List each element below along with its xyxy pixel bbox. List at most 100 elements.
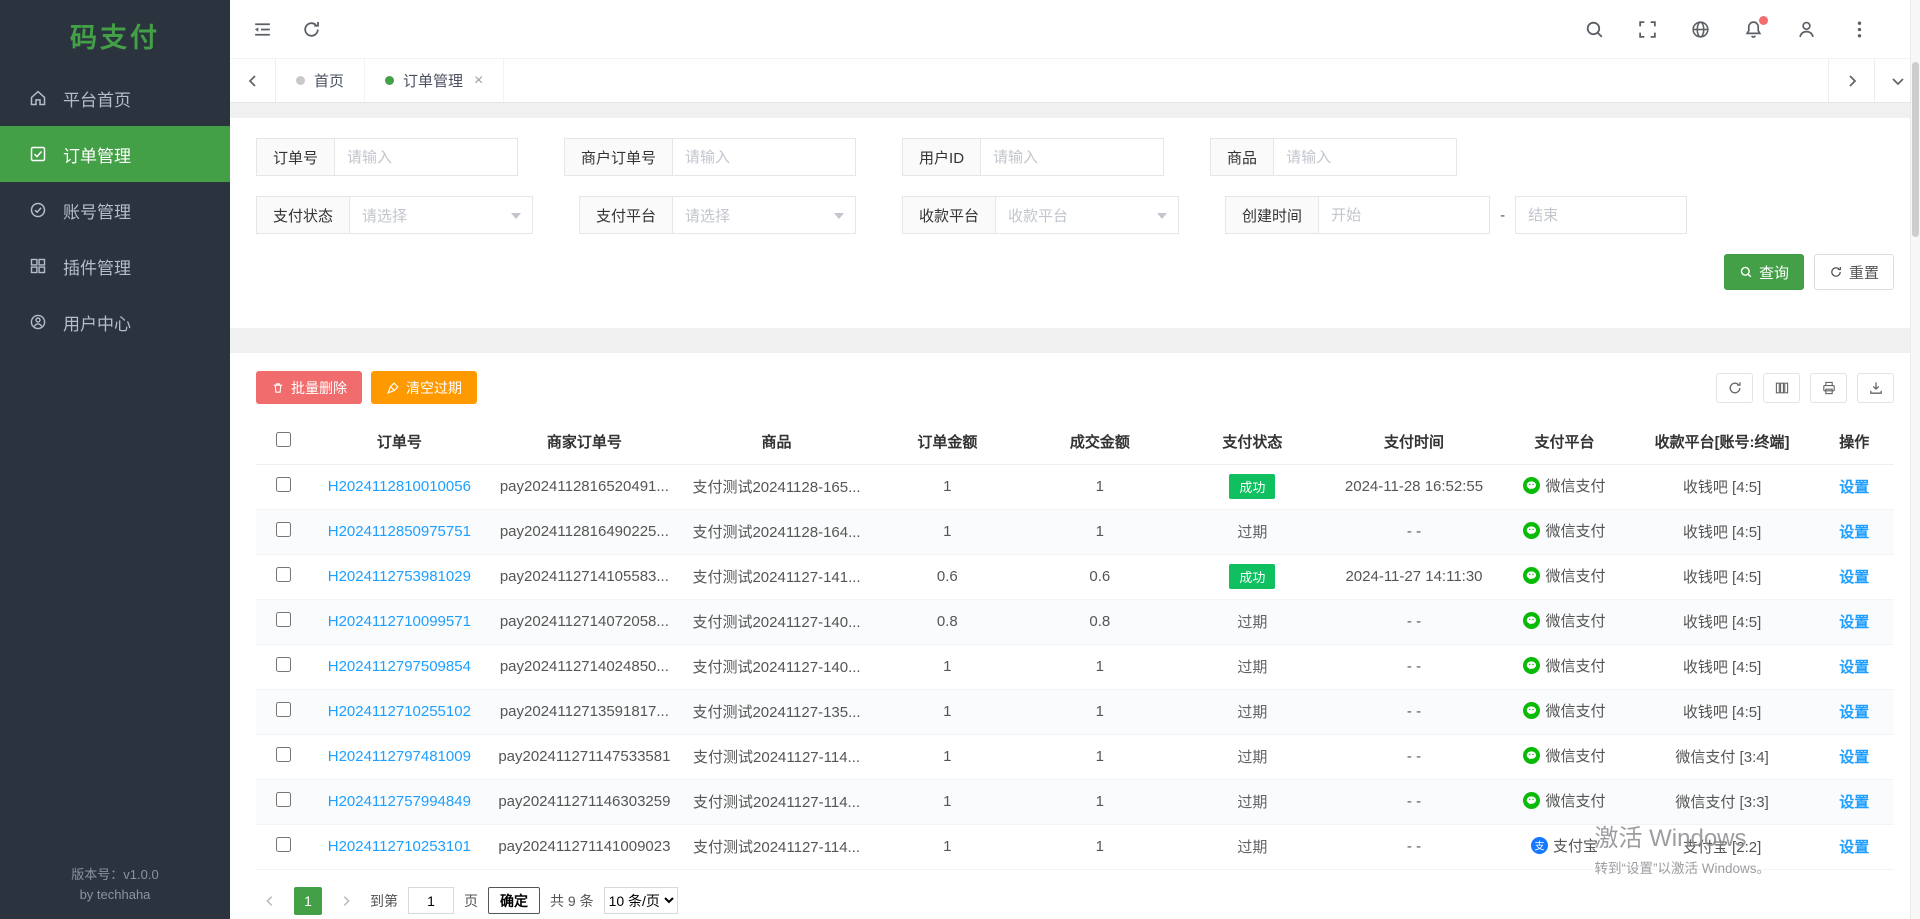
order-no-link[interactable]: H2024112710253101 <box>328 838 471 855</box>
page-next-icon[interactable] <box>332 887 360 915</box>
sidebar-item-2[interactable]: 账号管理 <box>0 182 230 238</box>
sidebar-footer: 版本号：v1.0.0 by techhaha <box>0 865 230 905</box>
filter-input[interactable] <box>1273 138 1457 176</box>
select-all-checkbox[interactable] <box>276 432 291 447</box>
scrollbar-thumb[interactable] <box>1912 62 1919 237</box>
order-amount-cell: 1 <box>871 644 1024 689</box>
settings-link[interactable]: 设置 <box>1839 659 1869 676</box>
row-checkbox[interactable] <box>276 792 291 807</box>
date-end-input[interactable] <box>1515 196 1687 234</box>
order-no-link[interactable]: H2024112757994849 <box>328 793 471 810</box>
print-icon[interactable] <box>1810 373 1847 403</box>
alipay-pay-icon: 支 <box>1531 837 1548 854</box>
notification-bell-icon[interactable] <box>1743 19 1764 40</box>
merchant-no-cell: pay2024112714105583... <box>487 554 682 599</box>
broom-icon <box>386 381 400 395</box>
status-success-badge: 成功 <box>1229 564 1275 589</box>
tabs-scroll-right-icon[interactable] <box>1828 59 1874 102</box>
table-header-row: 订单号商家订单号商品订单金额成交金额支付状态支付时间支付平台收款平台[账号:终端… <box>256 420 1894 464</box>
row-checkbox[interactable] <box>276 477 291 492</box>
tab-close-icon[interactable]: × <box>474 73 483 89</box>
receiver-cell: 支付宝 [2:2] <box>1630 824 1815 869</box>
language-globe-icon[interactable] <box>1690 19 1711 40</box>
table-row: H2024112850975751pay2024112816490225...支… <box>256 509 1894 554</box>
sidebar-item-3[interactable]: 插件管理 <box>0 238 230 294</box>
goto-page-input[interactable] <box>408 887 454 914</box>
tabs-scroll-left-icon[interactable] <box>230 59 276 102</box>
order-no-link[interactable]: H2024112710099571 <box>328 613 471 630</box>
tab-1[interactable]: 订单管理× <box>365 59 504 102</box>
settings-link[interactable]: 设置 <box>1839 524 1869 541</box>
filter-input[interactable] <box>672 138 856 176</box>
page-prev-icon[interactable] <box>256 887 284 915</box>
menu-collapse-icon[interactable] <box>252 19 273 40</box>
order-amount-cell: 1 <box>871 824 1024 869</box>
pay-status-cell: 过期 <box>1176 824 1329 869</box>
per-page-select[interactable]: 10 条/页 <box>604 887 678 914</box>
product-cell: 支付测试20241127-141... <box>682 554 871 599</box>
filter-input[interactable] <box>980 138 1164 176</box>
order-no-link[interactable]: H2024112710255102 <box>328 703 471 720</box>
row-checkbox-cell <box>256 554 312 599</box>
user-avatar-icon[interactable] <box>1796 19 1817 40</box>
fullscreen-icon[interactable] <box>1637 19 1658 40</box>
settings-link[interactable]: 设置 <box>1839 569 1869 586</box>
filter-select[interactable]: 收款平台 <box>995 196 1179 234</box>
row-checkbox[interactable] <box>276 522 291 537</box>
order-no-link[interactable]: H2024112797481009 <box>328 748 471 765</box>
paid-amount-cell: 1 <box>1024 734 1177 779</box>
row-checkbox[interactable] <box>276 702 291 717</box>
row-checkbox[interactable] <box>276 612 291 627</box>
row-checkbox[interactable] <box>276 567 291 582</box>
row-checkbox[interactable] <box>276 747 291 762</box>
order-no-link[interactable]: H2024112810010056 <box>328 478 471 495</box>
platform: 微信支付 <box>1523 610 1605 631</box>
page-scrollbar[interactable] <box>1910 0 1920 919</box>
settings-link[interactable]: 设置 <box>1839 479 1869 496</box>
page-number-button[interactable]: 1 <box>294 887 322 915</box>
more-options-icon[interactable] <box>1849 19 1870 40</box>
order-no-link[interactable]: H2024112850975751 <box>328 523 471 540</box>
filter-select[interactable]: 请选择 <box>349 196 533 234</box>
row-checkbox[interactable] <box>276 837 291 852</box>
table-row: H2024112710255102pay2024112713591817...支… <box>256 689 1894 734</box>
table-refresh-icon[interactable] <box>1716 373 1753 403</box>
search-icon[interactable] <box>1584 19 1605 40</box>
tab-0[interactable]: 首页 <box>276 59 365 102</box>
settings-link[interactable]: 设置 <box>1839 704 1869 721</box>
settings-link[interactable]: 设置 <box>1839 749 1869 766</box>
goto-confirm-button[interactable]: 确定 <box>488 887 540 914</box>
order-no-link[interactable]: H2024112753981029 <box>328 568 471 585</box>
sidebar-item-0[interactable]: 平台首页 <box>0 70 230 126</box>
platform-cell: 微信支付 <box>1499 464 1629 509</box>
query-button[interactable]: 查询 <box>1724 254 1804 290</box>
batch-delete-button[interactable]: 批量删除 <box>256 371 362 404</box>
filter-input[interactable] <box>334 138 518 176</box>
order-amount-cell: 0.8 <box>871 599 1024 644</box>
settings-link[interactable]: 设置 <box>1839 614 1869 631</box>
date-start-input[interactable] <box>1318 196 1490 234</box>
refresh-icon[interactable] <box>301 19 322 40</box>
row-checkbox[interactable] <box>276 657 291 672</box>
reset-refresh-icon <box>1829 265 1843 279</box>
row-checkbox-cell <box>256 599 312 644</box>
reset-button[interactable]: 重置 <box>1814 254 1894 290</box>
status-success-badge: 成功 <box>1229 474 1275 499</box>
filter-select[interactable]: 请选择 <box>672 196 856 234</box>
sidebar-item-4[interactable]: 用户中心 <box>0 294 230 350</box>
receiver-cell: 微信支付 [3:3] <box>1630 779 1815 824</box>
settings-link[interactable]: 设置 <box>1839 794 1869 811</box>
merchant-no-cell: pay2024112713591817... <box>487 689 682 734</box>
column-header-9: 操作 <box>1815 420 1894 464</box>
settings-link[interactable]: 设置 <box>1839 839 1869 856</box>
table-row: H2024112757994849pay202411271146303259支付… <box>256 779 1894 824</box>
export-download-icon[interactable] <box>1857 373 1894 403</box>
clear-expired-button[interactable]: 清空过期 <box>371 371 477 404</box>
sidebar-item-1[interactable]: 订单管理 <box>0 126 230 182</box>
tabs-container: 首页订单管理× <box>276 59 504 102</box>
trash-icon <box>271 381 285 395</box>
order-no-link[interactable]: H2024112797509854 <box>328 658 471 675</box>
order-amount-cell: 1 <box>871 509 1024 554</box>
row-checkbox-cell <box>256 779 312 824</box>
table-columns-icon[interactable] <box>1763 373 1800 403</box>
